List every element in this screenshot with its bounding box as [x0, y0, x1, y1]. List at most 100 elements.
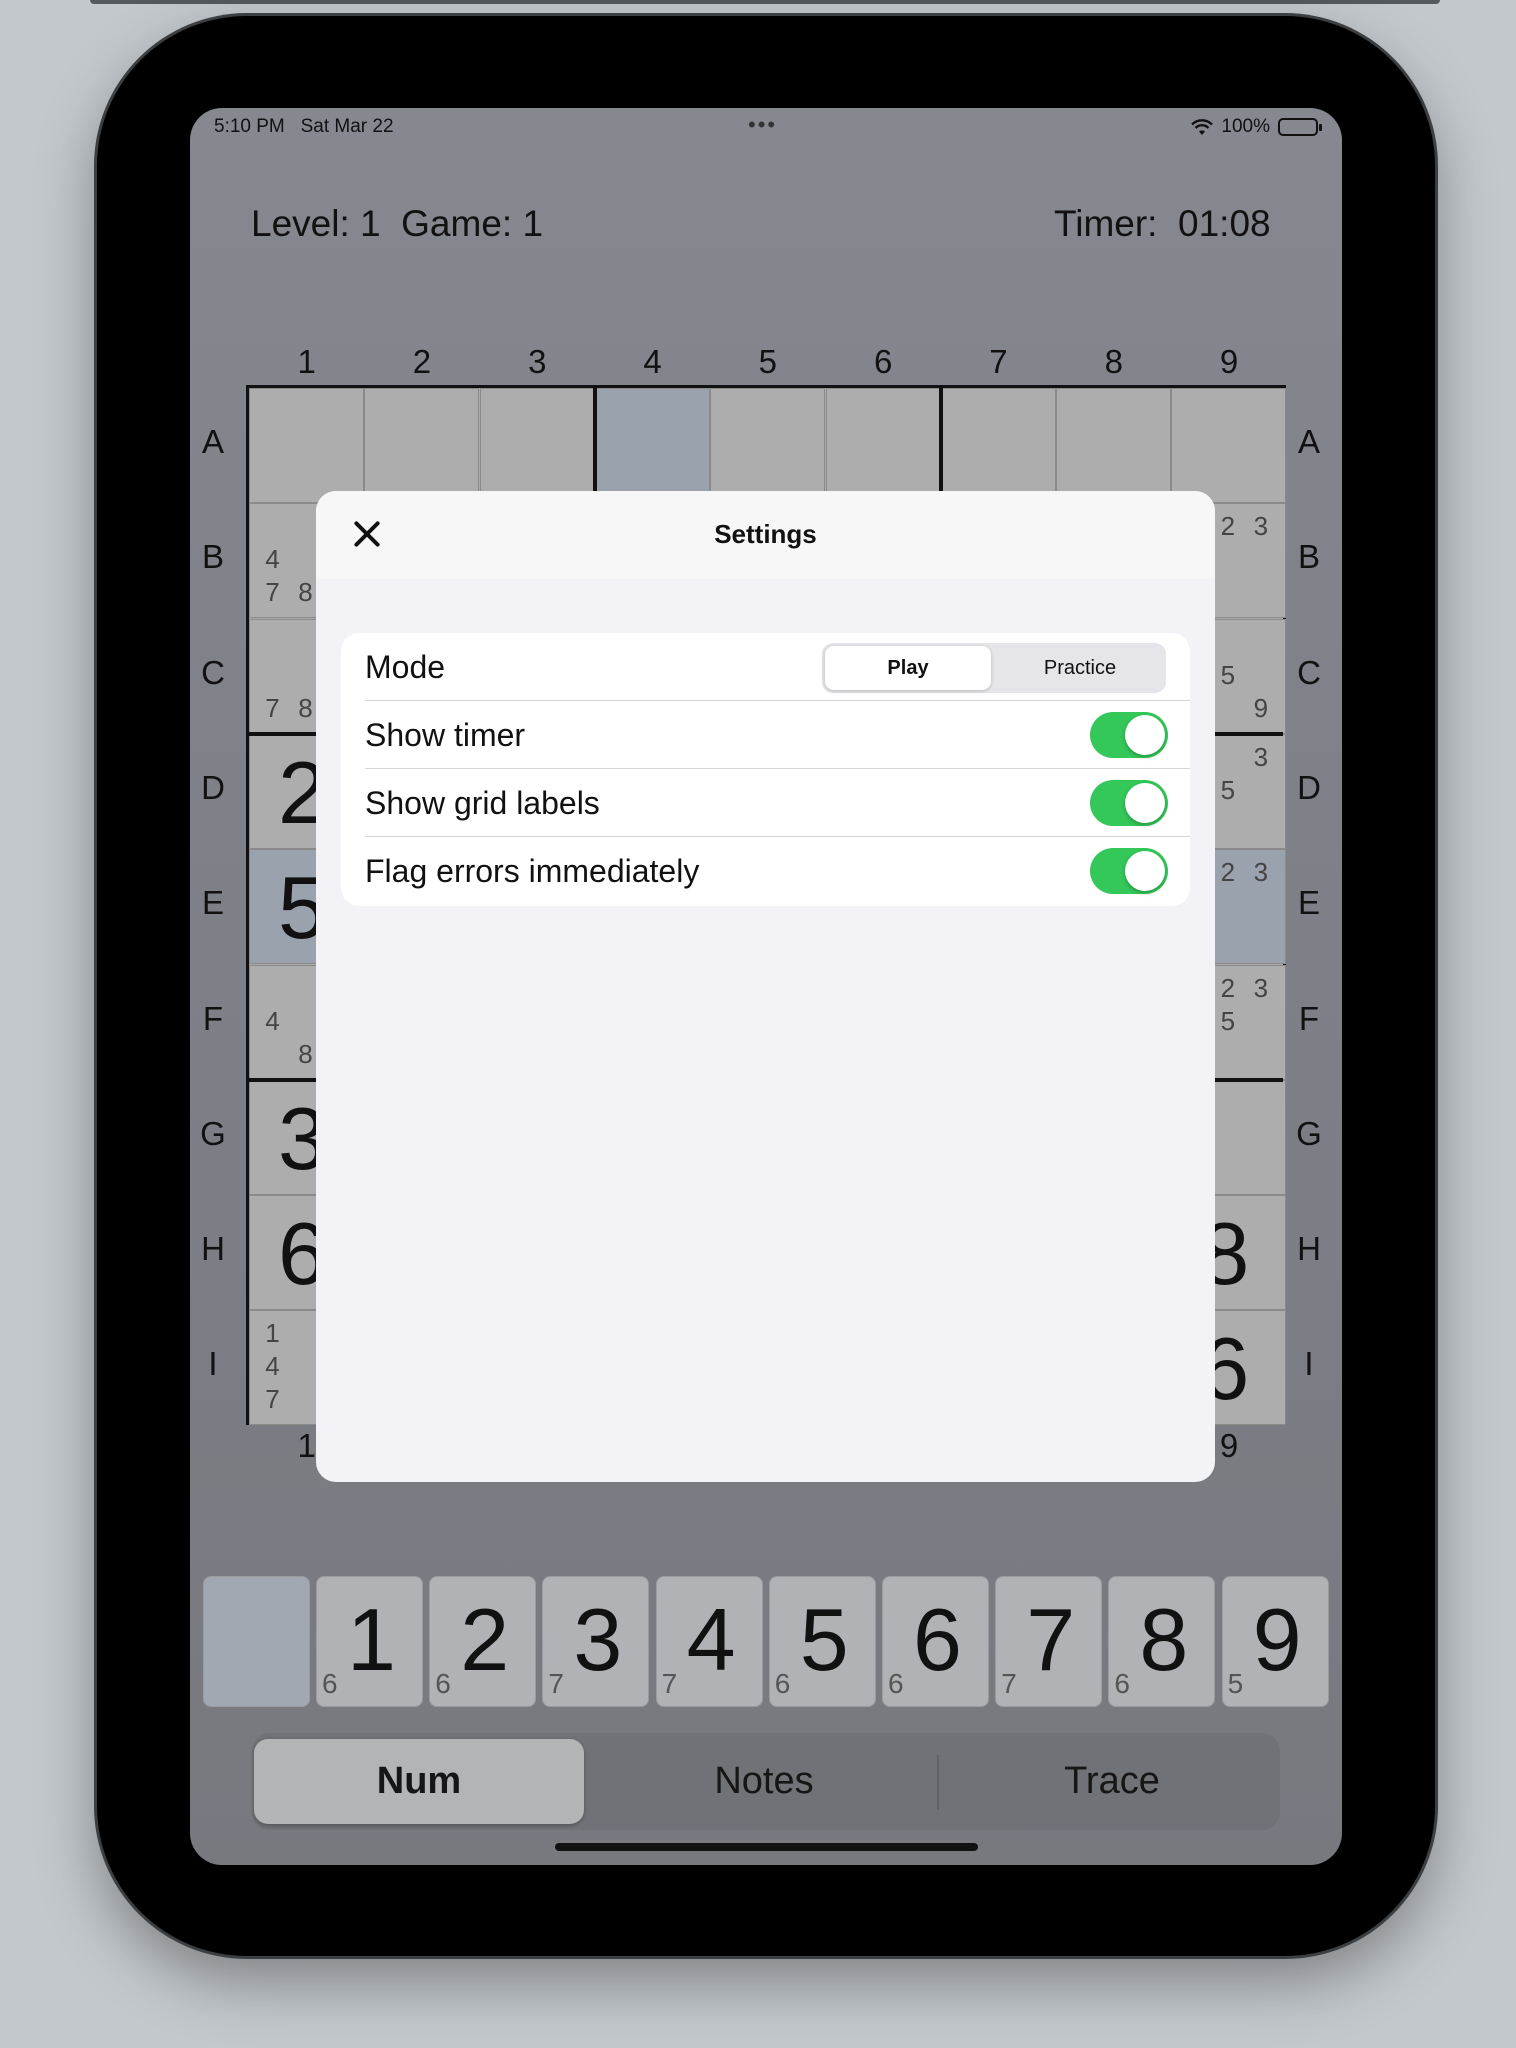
row-label: A — [1297, 423, 1320, 460]
note-digit — [437, 461, 470, 494]
note-digit — [635, 428, 668, 461]
mode-segmented-control: Play Practice — [822, 643, 1166, 693]
note-digit — [981, 428, 1014, 461]
mode-trace-button[interactable]: Trace — [947, 1739, 1277, 1824]
background-sheet-edge — [90, 0, 1440, 4]
note-digit — [1096, 395, 1129, 428]
note-digit — [899, 461, 932, 494]
note-digit — [1211, 1120, 1244, 1153]
number-key[interactable]: 95 — [1221, 1576, 1329, 1707]
home-indicator[interactable] — [555, 1843, 978, 1851]
mode-label: Mode — [365, 649, 446, 685]
show-grid-labels-toggle[interactable] — [1090, 780, 1168, 826]
grid-cell[interactable] — [710, 388, 826, 503]
note-digit — [520, 395, 553, 428]
note-digit: 1 — [265, 1318, 280, 1349]
row-label: C — [1297, 653, 1321, 691]
mode-notes-button[interactable]: Notes — [599, 1739, 929, 1824]
key-number: 6 — [913, 1590, 962, 1689]
row-label: I — [1304, 1345, 1314, 1383]
note-digit — [1244, 1087, 1277, 1120]
note-digit — [602, 395, 635, 428]
note-digit — [750, 428, 783, 461]
setting-flag-errors-row: Flag errors immediately — [341, 837, 1190, 905]
key-number: 7 — [1026, 1590, 1076, 1689]
mode-num-button[interactable]: Num — [254, 1739, 584, 1824]
grid-cell[interactable] — [940, 388, 1056, 503]
note-digit — [256, 395, 289, 428]
grid-cell[interactable] — [594, 388, 710, 503]
column-label: 8 — [1104, 343, 1123, 380]
note-digit — [1129, 461, 1162, 494]
key-number: 2 — [460, 1590, 510, 1689]
grid-cell[interactable] — [1171, 388, 1287, 503]
note-digit — [1014, 395, 1047, 428]
flag-errors-toggle[interactable] — [1090, 848, 1168, 894]
note-digit: 5 — [1220, 774, 1236, 805]
number-key[interactable]: 86 — [1108, 1576, 1216, 1707]
note-digit — [668, 461, 701, 494]
grid-cell[interactable] — [249, 388, 364, 503]
note-digit — [487, 428, 520, 461]
note-digit — [783, 395, 816, 428]
row-label: G — [1296, 1114, 1322, 1152]
status-time: 5:10 PM Sat Mar 22 — [214, 116, 394, 137]
column-label: 9 — [1219, 343, 1239, 380]
number-key[interactable]: 47 — [655, 1576, 763, 1707]
column-label: 4 — [643, 343, 662, 380]
note-digit — [1244, 659, 1277, 692]
note-digit — [371, 428, 404, 461]
note-digit: 2 — [1220, 511, 1236, 542]
note-digit — [635, 461, 668, 494]
show-timer-label: Show timer — [365, 717, 526, 753]
note-digit — [899, 428, 932, 461]
grid-cell[interactable] — [479, 388, 595, 503]
note-digit — [981, 395, 1014, 428]
note-digit — [1211, 741, 1244, 774]
note-digit — [553, 461, 586, 494]
number-key[interactable]: 37 — [542, 1576, 650, 1707]
row-label: E — [201, 884, 224, 922]
show-timer-toggle[interactable] — [1090, 712, 1168, 758]
note-digit: 5 — [1220, 659, 1236, 690]
note-digit — [322, 428, 355, 461]
battery-icon — [1278, 118, 1322, 136]
column-label: 1 — [297, 343, 316, 380]
note-digit — [256, 461, 289, 494]
key-number: 5 — [799, 1590, 849, 1689]
note-digit — [1244, 774, 1277, 807]
mode-play-option[interactable]: Play — [825, 646, 991, 690]
note-digit — [1063, 395, 1096, 428]
number-key[interactable]: 56 — [768, 1576, 876, 1707]
note-digit — [948, 428, 981, 461]
note-digit — [833, 461, 866, 494]
note-digit — [520, 428, 553, 461]
grid-cell[interactable] — [825, 388, 941, 503]
note-digit — [1244, 395, 1277, 428]
number-key[interactable]: 77 — [995, 1576, 1103, 1707]
note-digit — [1211, 922, 1244, 955]
grid-cell[interactable] — [364, 388, 480, 503]
mode-practice-option[interactable]: Practice — [997, 646, 1163, 690]
erase-key[interactable] — [203, 1576, 310, 1707]
setting-mode-row: Mode Play Practice — [341, 633, 1190, 701]
number-key[interactable]: 26 — [429, 1576, 537, 1707]
note-digit — [1211, 1038, 1244, 1071]
cell-notes — [256, 395, 355, 494]
note-digit — [1211, 461, 1244, 494]
note-digit — [289, 461, 322, 494]
row-label: B — [1297, 538, 1320, 576]
column-label: 7 — [989, 343, 1008, 380]
note-digit — [717, 428, 750, 461]
key-remaining-count: 6 — [435, 1668, 451, 1699]
multitasking-dots-icon[interactable]: ••• — [748, 112, 777, 138]
grid-cell[interactable] — [1056, 388, 1172, 503]
note-digit — [602, 461, 635, 494]
number-key[interactable]: 66 — [882, 1576, 989, 1707]
number-key[interactable]: 16 — [316, 1576, 423, 1707]
note-digit — [1244, 1120, 1277, 1153]
row-label: H — [1297, 1230, 1321, 1268]
note-digit — [866, 461, 899, 494]
note-digit — [1178, 461, 1211, 494]
note-digit — [256, 428, 289, 461]
